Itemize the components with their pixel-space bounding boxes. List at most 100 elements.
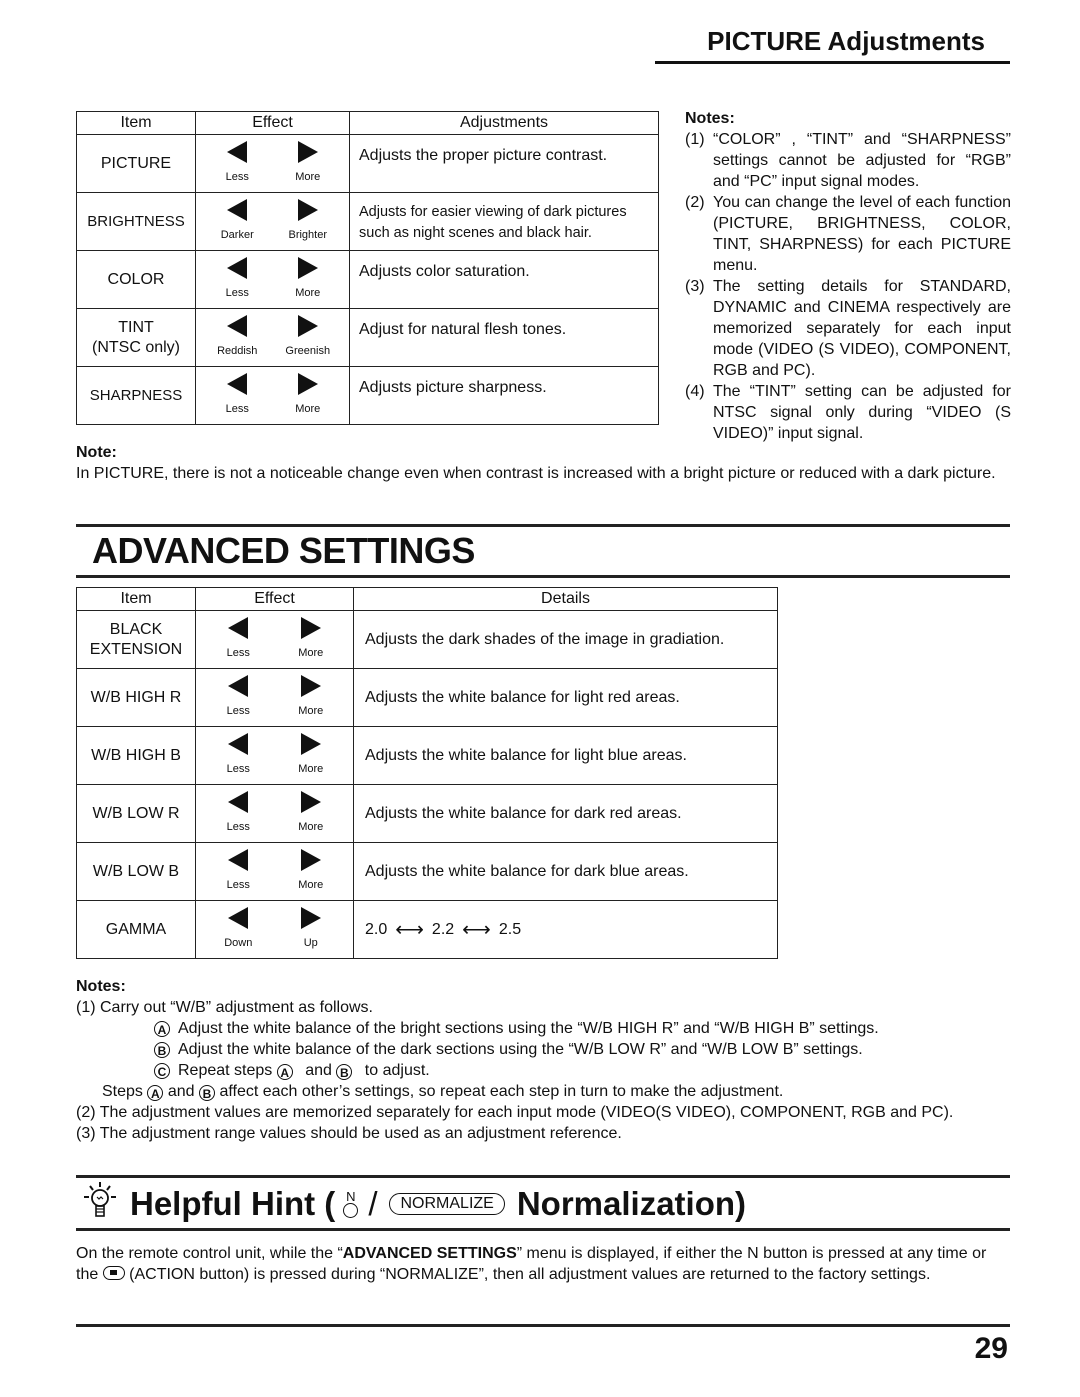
item-label-line2: EXTENSION [89,640,183,658]
note-text: You can change the level of each functio… [713,194,1011,274]
item-label: BLACK [109,620,163,638]
left-arrow-icon [228,675,249,697]
double-arrow-icon: ⟷ [395,918,424,941]
hint-text-part: (ACTION button) is pressed during “NORMA… [129,1266,931,1283]
details-description: Adjusts the white balance for dark blue … [353,842,778,901]
effect-control: Less More [195,784,354,843]
item-name: COLOR [76,250,196,309]
right-arrow-icon [300,849,321,871]
effect-left-label: Less [225,287,249,299]
item-label: PICTURE [100,154,172,172]
effect-right-label: More [295,171,321,183]
effect-right-label: More [298,705,324,717]
note-heading: Note: [76,444,117,461]
item-label: W/B HIGH B [91,746,181,764]
table-row: SHARPNESS Less More Adjusts picture shar… [76,366,659,425]
effect-left-label: Less [226,647,250,659]
circled-letter-icon: A [147,1085,164,1101]
right-arrow-icon [300,617,321,639]
table-row: TINT (NTSC only) Reddish Greenish Adjust… [76,308,659,367]
gamma-value: 2.0 [365,920,388,938]
item-label: SHARPNESS [89,386,183,404]
left-arrow-icon [227,257,248,279]
table-row: BLACK EXTENSION Less More Adjusts the da… [76,610,778,669]
effect-left-label: Less [225,171,249,183]
effect-left-label: Less [225,403,249,415]
item-name: W/B HIGH B [76,726,196,785]
header-adjustments: Adjustments [349,111,659,135]
header-details: Details [353,587,778,611]
action-button-icon [102,1266,125,1280]
effect-right-label: More [298,821,324,833]
advanced-settings-title: ADVANCED SETTINGS [92,530,475,571]
note-number: (3) [685,278,705,295]
picture-notes: Notes: (1) “COLOR” , “TINT” and “SHARPNES… [685,108,1011,444]
section-rule-bottom [76,575,1010,578]
hint-body: On the remote control unit, while the “A… [76,1243,1011,1285]
right-arrow-icon [300,675,321,697]
effect-right-label: Brighter [288,229,328,241]
effect-left-label: Darker [220,229,254,241]
separator-slash: / [368,1185,378,1222]
notes-heading: Notes: [685,110,735,127]
table-row: W/B LOW B Less More Adjusts the white ba… [76,842,778,901]
helpful-hint-title: Helpful Hint ( N / NORMALIZE Normalizati… [80,1180,746,1228]
right-arrow-icon [300,907,321,929]
adjustment-description: Adjusts for easier viewing of dark pictu… [349,192,659,251]
note-1: (1) Carry out “W/B” adjustment as follow… [76,999,373,1016]
step-a: A Adjust the white balance of the bright… [76,1018,1021,1039]
table-row: BRIGHTNESS Darker Brighter Adjusts for e… [76,192,659,251]
adjustment-description: Adjusts the proper picture contrast. [349,134,659,193]
title-underline [655,61,1010,64]
note-text: The “TINT” setting can be adjusted for N… [713,383,1011,442]
effect-control: Less More [195,842,354,901]
item-name: SHARPNESS [76,366,196,425]
left-arrow-icon [227,141,248,163]
item-label: W/B LOW B [92,862,180,880]
notes-heading: Notes: [76,978,126,995]
adjustment-description: Adjusts picture sharpness. [349,366,659,425]
note-3: (3) The adjustment range values should b… [76,1125,622,1142]
item-sublabel: (NTSC only) [91,338,180,356]
hint-title-end: Normalization) [516,1185,747,1222]
advanced-notes: Notes: (1) Carry out “W/B” adjustment as… [76,976,1021,1144]
details-description: Adjusts the white balance for dark red a… [353,784,778,843]
gamma-values: 2.0 ⟷ 2.2 ⟷ 2.5 [353,900,778,959]
steps-summary: Steps A and B affect each other’s settin… [76,1081,1021,1102]
table-row: COLOR Less More Adjusts color saturation… [76,250,659,309]
note-2: (2) The adjustment values are memorized … [76,1104,954,1121]
n-button-label: N [346,1189,356,1204]
header-item: Item [76,111,196,135]
footer-rule [76,1324,1010,1327]
note-text: The setting details for STANDARD, DYNAMI… [713,278,1011,379]
step-c: C Repeat steps A and B to adjust. [76,1060,1021,1081]
summary-text-part: Steps [102,1083,143,1100]
left-arrow-icon [227,199,248,221]
right-arrow-icon [297,315,318,337]
left-arrow-icon [228,849,249,871]
effect-left-label: Less [226,705,250,717]
table-row: PICTURE Less More Adjusts the proper pic… [76,134,659,193]
header-effect: Effect [195,111,350,135]
circled-letter-icon: A [154,1021,170,1037]
note-text: In PICTURE, there is not a noticeable ch… [76,465,996,482]
right-arrow-icon [300,791,321,813]
step-text: Repeat steps A and B to adjust. [178,1060,430,1081]
gamma-value: 2.5 [498,920,522,938]
gamma-value: 2.2 [431,920,455,938]
picture-adjustments-table: Item Effect Adjustments PICTURE Less Mor… [76,111,659,425]
effect-control: Down Up [195,900,354,959]
circled-letter-icon: B [154,1042,170,1058]
left-arrow-icon [228,791,249,813]
effect-left-label: Reddish [217,345,258,357]
double-arrow-icon: ⟷ [462,918,491,941]
advanced-settings-table: Item Effect Details BLACK EXTENSION Less… [76,587,778,959]
item-name: GAMMA [76,900,196,959]
note-item: (4) The “TINT” setting can be adjusted fo… [685,381,1011,444]
effect-right-label: Greenish [285,345,331,357]
summary-text-part: affect each other’s settings, so repeat … [219,1083,784,1100]
header-item: Item [76,587,196,611]
item-name: BLACK EXTENSION [76,610,196,669]
effect-left-label: Less [226,821,250,833]
step-text: Adjust the white balance of the bright s… [178,1020,879,1037]
